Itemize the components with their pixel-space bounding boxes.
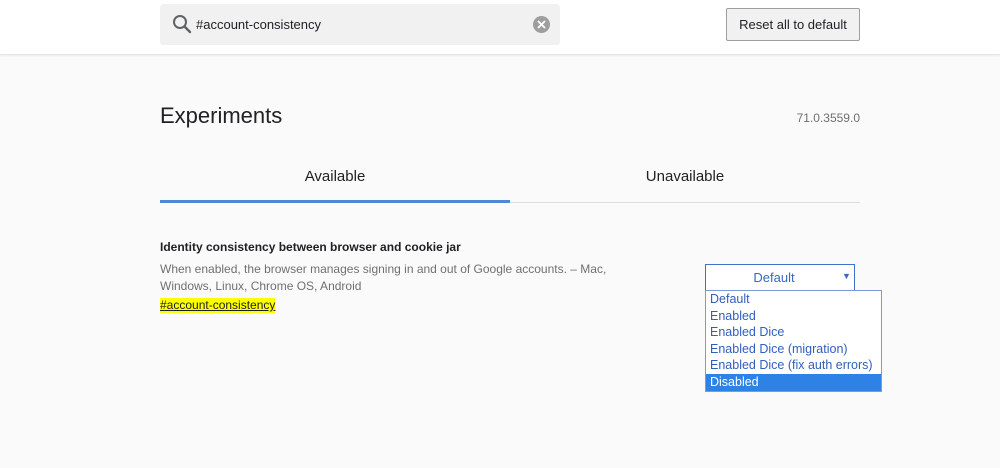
- reset-all-button[interactable]: Reset all to default: [726, 8, 860, 41]
- active-tab-indicator: [160, 200, 510, 203]
- search-box[interactable]: [160, 4, 560, 45]
- option-disabled[interactable]: Disabled: [706, 373, 881, 391]
- chevron-down-icon: ▼: [842, 271, 851, 281]
- select-value: Default: [753, 270, 795, 285]
- experiment-select[interactable]: Default ▼: [705, 264, 855, 291]
- experiment-description: When enabled, the browser manages signin…: [160, 262, 607, 293]
- tab-unavailable[interactable]: Unavailable: [510, 168, 860, 185]
- close-icon[interactable]: [533, 16, 550, 33]
- select-options-list: Default Enabled Enabled Dice Enabled Dic…: [705, 290, 882, 392]
- option-enabled[interactable]: Enabled: [706, 308, 881, 325]
- tab-available[interactable]: Available: [160, 168, 510, 185]
- version-label: 71.0.3559.0: [796, 111, 860, 125]
- search-icon: [172, 14, 192, 34]
- search-input[interactable]: [196, 4, 516, 45]
- top-bar: Reset all to default: [0, 0, 1000, 55]
- tab-divider: [510, 202, 860, 203]
- option-default[interactable]: Default: [706, 291, 881, 308]
- page-title: Experiments: [160, 103, 283, 128]
- option-enabled-dice-fix-auth-errors[interactable]: Enabled Dice (fix auth errors): [706, 357, 881, 374]
- option-enabled-dice[interactable]: Enabled Dice: [706, 324, 881, 341]
- experiment-title: Identity consistency between browser and…: [160, 240, 461, 254]
- option-enabled-dice-migration[interactable]: Enabled Dice (migration): [706, 341, 881, 358]
- experiment-link[interactable]: #account-consistency: [160, 298, 276, 313]
